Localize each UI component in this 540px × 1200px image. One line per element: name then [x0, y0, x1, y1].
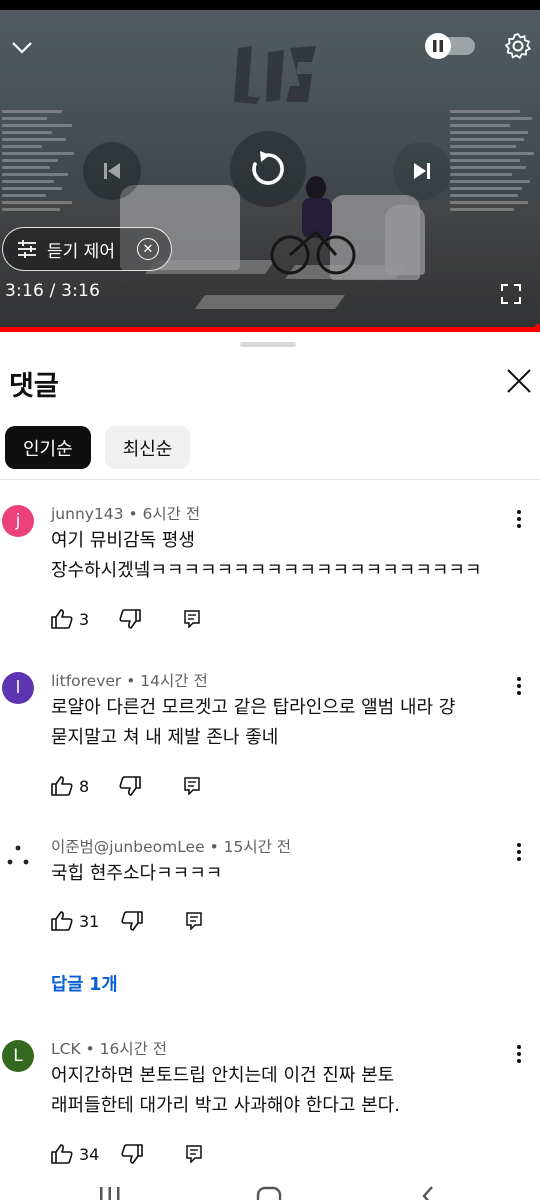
sort-newest-chip[interactable]: 최신순	[104, 426, 191, 469]
comment-meta: 이준범@junbeomLee • 15시간 전	[51, 835, 291, 857]
comment-time: 6시간 전	[142, 505, 201, 523]
like-button[interactable]: 34	[51, 1144, 99, 1164]
thumbs-up-icon	[51, 776, 73, 796]
avatar[interactable]: L	[2, 1040, 34, 1072]
meta-separator: •	[123, 505, 143, 523]
comment-line: 어지간하면 본토드립 안치는데 이건 진짜 본토	[51, 1065, 395, 1086]
listening-control-label: 듣기 제어	[47, 241, 115, 262]
fullscreen-icon	[501, 284, 521, 304]
dislike-button[interactable]	[121, 911, 144, 931]
comment-time: 15시간 전	[223, 838, 292, 856]
reply-comment-icon	[184, 777, 200, 795]
comment-line: 묻지말고 쳐 내 제발 존나 좋네	[51, 727, 279, 748]
dislike-button[interactable]	[119, 776, 141, 796]
avatar[interactable]: j	[2, 505, 34, 537]
comment-actions: 8	[51, 773, 201, 799]
comment-line: 장수하시겠넼ㅋㅋㅋㅋㅋㅋㅋㅋㅋㅋㅋㅋㅋㅋㅋㅋㅋㅋㅋㅋ	[51, 560, 482, 581]
comment-line: 래퍼들한테 대가리 박고 사과해야 한다고 본다.	[51, 1095, 400, 1116]
like-button[interactable]: 3	[51, 609, 89, 629]
back-icon[interactable]	[418, 1186, 438, 1200]
status-bar	[0, 0, 540, 10]
replay-icon	[252, 151, 284, 185]
recent-apps-icon[interactable]	[98, 1187, 122, 1200]
system-nav-bar	[0, 1178, 540, 1200]
fullscreen-button[interactable]	[499, 282, 523, 306]
comment-text: 여기 뮤비감독 평생 장수하시겠넼ㅋㅋㅋㅋㅋㅋㅋㅋㅋㅋㅋㅋㅋㅋㅋㅋㅋㅋㅋㅋ	[51, 526, 521, 586]
like-count: 34	[79, 1144, 100, 1164]
comment-time: 16시간 전	[99, 1040, 168, 1058]
settings-gear-icon	[505, 33, 531, 59]
view-replies-link[interactable]: 답글 1개	[51, 971, 118, 996]
comment-author[interactable]: litforever	[51, 672, 121, 690]
reply-comment-icon	[186, 912, 203, 930]
avatar[interactable]	[2, 838, 34, 870]
comment-time: 14시간 전	[140, 672, 208, 690]
like-count: 3	[79, 609, 90, 629]
close-circle-icon[interactable]: ✕	[137, 238, 159, 260]
previous-button[interactable]	[83, 142, 141, 200]
previous-icon	[104, 163, 120, 179]
comment-meta: junny143 • 6시간 전	[51, 502, 200, 524]
meta-separator: •	[121, 672, 141, 690]
autoplay-toggle[interactable]	[425, 33, 477, 59]
thumbs-down-icon	[119, 776, 141, 796]
video-player[interactable]: 듣기 제어 ✕ 3:16 / 3:16	[0, 10, 540, 332]
comment-meta: LCK • 16시간 전	[51, 1037, 167, 1059]
close-icon	[507, 369, 531, 393]
close-comments-button[interactable]	[504, 366, 534, 396]
like-button[interactable]: 8	[51, 776, 89, 796]
like-button[interactable]: 31	[51, 911, 99, 931]
thumbs-up-icon	[51, 911, 73, 931]
next-button[interactable]	[393, 142, 451, 200]
listening-control-chip[interactable]: 듣기 제어 ✕	[2, 227, 172, 271]
sort-filters: 인기순 최신순	[5, 426, 191, 469]
thumbs-down-icon	[119, 609, 141, 629]
home-icon[interactable]	[256, 1186, 282, 1200]
pause-icon	[425, 33, 451, 59]
reply-button[interactable]	[185, 1145, 203, 1163]
reply-button[interactable]	[183, 777, 201, 795]
thumbs-down-icon	[121, 1144, 144, 1164]
comment-text: 로얄아 다른건 모르겟고 같은 탑라인으로 앨범 내라 걍 묻지말고 쳐 내 제…	[51, 693, 521, 753]
comment-line: 여기 뮤비감독 평생	[51, 530, 195, 551]
reply-comment-icon	[184, 610, 200, 628]
comment-line: 국힙 현주소다ㅋㅋㅋㅋ	[51, 863, 223, 884]
meta-separator: •	[204, 838, 224, 856]
comment-line: 로얄아 다른건 모르겟고 같은 탑라인으로 앨범 내라 걍	[51, 697, 456, 718]
divider	[0, 479, 540, 480]
comment-author[interactable]: junny143	[51, 505, 124, 523]
like-count: 8	[79, 776, 90, 796]
avatar[interactable]: l	[2, 672, 34, 704]
comment-author[interactable]: LCK	[51, 1040, 81, 1058]
dislike-button[interactable]	[119, 609, 141, 629]
chevron-down-icon	[12, 42, 32, 54]
comments-title: 댓글	[9, 371, 59, 402]
thumbs-up-icon	[51, 1144, 73, 1164]
like-count: 31	[79, 911, 100, 931]
comment-actions: 3	[51, 606, 201, 632]
reply-comment-icon	[186, 1145, 203, 1163]
thumbs-up-icon	[51, 609, 73, 629]
minimize-player-button[interactable]	[8, 34, 36, 62]
meta-separator: •	[80, 1040, 100, 1058]
comment-author[interactable]: 이준범@junbeomLee	[51, 838, 205, 856]
comment-text: 어지간하면 본토드립 안치는데 이건 진짜 본토 래퍼들한테 대가리 박고 사과…	[51, 1061, 521, 1121]
reply-button[interactable]	[183, 610, 201, 628]
sort-top-chip[interactable]: 인기순	[5, 426, 91, 469]
comment-meta: litforever • 14시간 전	[51, 669, 208, 691]
settings-button[interactable]	[502, 30, 534, 62]
album-logo-art	[234, 46, 316, 104]
reply-button[interactable]	[185, 912, 203, 930]
drag-handle[interactable]	[240, 342, 296, 347]
comment-actions: 34	[51, 1141, 203, 1167]
comment-actions: 31	[51, 908, 203, 934]
equalizer-icon	[18, 240, 36, 258]
comment-text: 국힙 현주소다ㅋㅋㅋㅋ	[51, 859, 521, 889]
next-icon	[414, 163, 430, 179]
time-display: 3:16 / 3:16	[5, 281, 101, 301]
replay-button[interactable]	[230, 131, 306, 207]
dislike-button[interactable]	[121, 1144, 144, 1164]
thumbs-down-icon	[121, 911, 144, 931]
